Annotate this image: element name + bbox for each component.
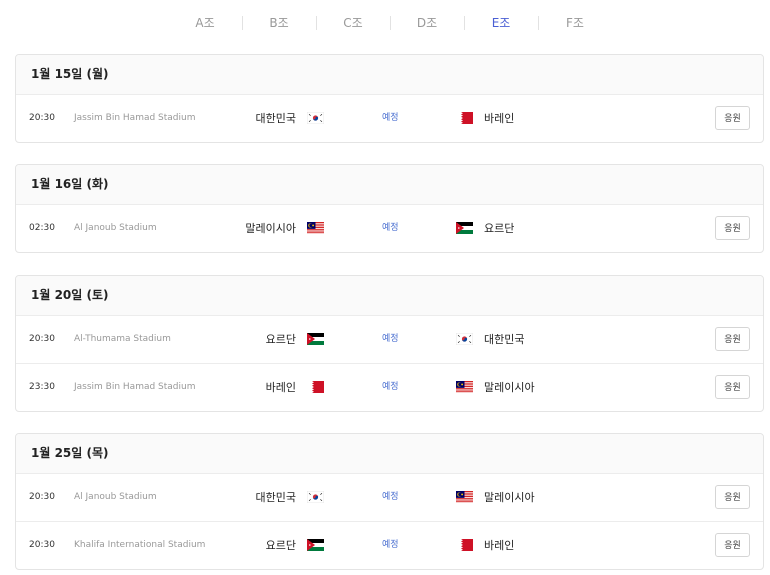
cheer-button[interactable]: 응원 [715,216,750,240]
cheer-button[interactable]: 응원 [715,106,750,130]
home-team-name[interactable]: 말레이시아 [245,205,296,252]
match-row: 20:30 Khalifa International Stadium 요르단 … [16,521,763,569]
match-row: 20:30 Al-Thumama Stadium 요르단 예정 대한민국 응원 [16,316,763,363]
match-time: 20:30 [29,334,55,344]
cheer-button[interactable]: 응원 [715,375,750,399]
match-date: 1월 20일 (토) [31,288,109,302]
match-day-card: 1월 15일 (월) 20:30 Jassim Bin Hamad Stadiu… [15,54,764,143]
match-time: 23:30 [29,382,55,392]
stadium-name: Jassim Bin Hamad Stadium [74,113,196,123]
stadium-name: Khalifa International Stadium [74,540,206,550]
away-team-name[interactable]: 말레이시아 [484,364,535,411]
away-team-name[interactable]: 요르단 [484,205,514,252]
stadium-name: Jassim Bin Hamad Stadium [74,382,196,392]
jordan-flag-icon [456,222,473,234]
cheer-button[interactable]: 응원 [715,327,750,351]
jordan-flag-icon [307,333,324,345]
match-status: 예정 [382,334,399,344]
match-time: 20:30 [29,113,55,123]
korea-flag-icon [307,491,324,503]
tab-divider [242,16,243,30]
tab-divider [538,16,539,30]
match-day-header: 1월 25일 (목) [16,434,763,474]
match-row: 23:30 Jassim Bin Hamad Stadium 바레인 예정 말레… [16,363,763,411]
home-team-name[interactable]: 대한민국 [256,474,296,521]
cheer-button[interactable]: 응원 [715,485,750,509]
match-date: 1월 25일 (목) [31,446,109,460]
home-team-name[interactable]: 바레인 [266,364,296,411]
tab-divider [316,16,317,30]
away-team-name[interactable]: 바레인 [484,522,514,569]
match-date: 1월 15일 (월) [31,67,109,81]
match-day-card: 1월 25일 (목) 20:30 Al Janoub Stadium 대한민국 … [15,433,764,570]
stadium-name: Al Janoub Stadium [74,492,157,502]
home-team-name[interactable]: 요르단 [266,522,296,569]
tab-group-a[interactable]: A조 [175,12,235,34]
malaysia-flag-icon [307,222,324,234]
tab-group-d[interactable]: D조 [397,12,457,34]
malaysia-flag-icon [456,381,473,393]
jordan-flag-icon [307,539,324,551]
malaysia-flag-icon [456,491,473,503]
match-day-header: 1월 20일 (토) [16,276,763,316]
tab-divider [464,16,465,30]
match-day-header: 1월 15일 (월) [16,55,763,95]
tab-group-c[interactable]: C조 [323,12,383,34]
away-team-name[interactable]: 대한민국 [484,316,524,363]
match-day-card: 1월 16일 (화) 02:30 Al Janoub Stadium 말레이시아… [15,164,764,253]
korea-flag-icon [456,333,473,345]
match-row: 20:30 Jassim Bin Hamad Stadium 대한민국 예정 바… [16,95,763,142]
cheer-button[interactable]: 응원 [715,533,750,557]
match-time: 20:30 [29,492,55,502]
bahrain-flag-icon [456,112,473,124]
stadium-name: Al Janoub Stadium [74,223,157,233]
match-date: 1월 16일 (화) [31,177,109,191]
match-row: 20:30 Al Janoub Stadium 대한민국 예정 말레이시아 응원 [16,474,763,521]
bahrain-flag-icon [307,381,324,393]
korea-flag-icon [307,112,324,124]
tab-group-b[interactable]: B조 [249,12,309,34]
stadium-name: Al-Thumama Stadium [74,334,171,344]
match-day-header: 1월 16일 (화) [16,165,763,205]
match-day-card: 1월 20일 (토) 20:30 Al-Thumama Stadium 요르단 … [15,275,764,412]
match-status: 예정 [382,113,399,123]
bahrain-flag-icon [456,539,473,551]
group-tabs: A조 B조 C조 D조 E조 F조 [168,12,614,34]
match-status: 예정 [382,223,399,233]
tab-group-e[interactable]: E조 [471,12,531,34]
away-team-name[interactable]: 바레인 [484,95,514,142]
match-status: 예정 [382,540,399,550]
match-status: 예정 [382,382,399,392]
match-time: 20:30 [29,540,55,550]
home-team-name[interactable]: 대한민국 [256,95,296,142]
match-status: 예정 [382,492,399,502]
away-team-name[interactable]: 말레이시아 [484,474,535,521]
home-team-name[interactable]: 요르단 [266,316,296,363]
tab-group-f[interactable]: F조 [545,12,605,34]
match-time: 02:30 [29,223,55,233]
match-row: 02:30 Al Janoub Stadium 말레이시아 예정 요르단 응원 [16,205,763,252]
tab-divider [390,16,391,30]
